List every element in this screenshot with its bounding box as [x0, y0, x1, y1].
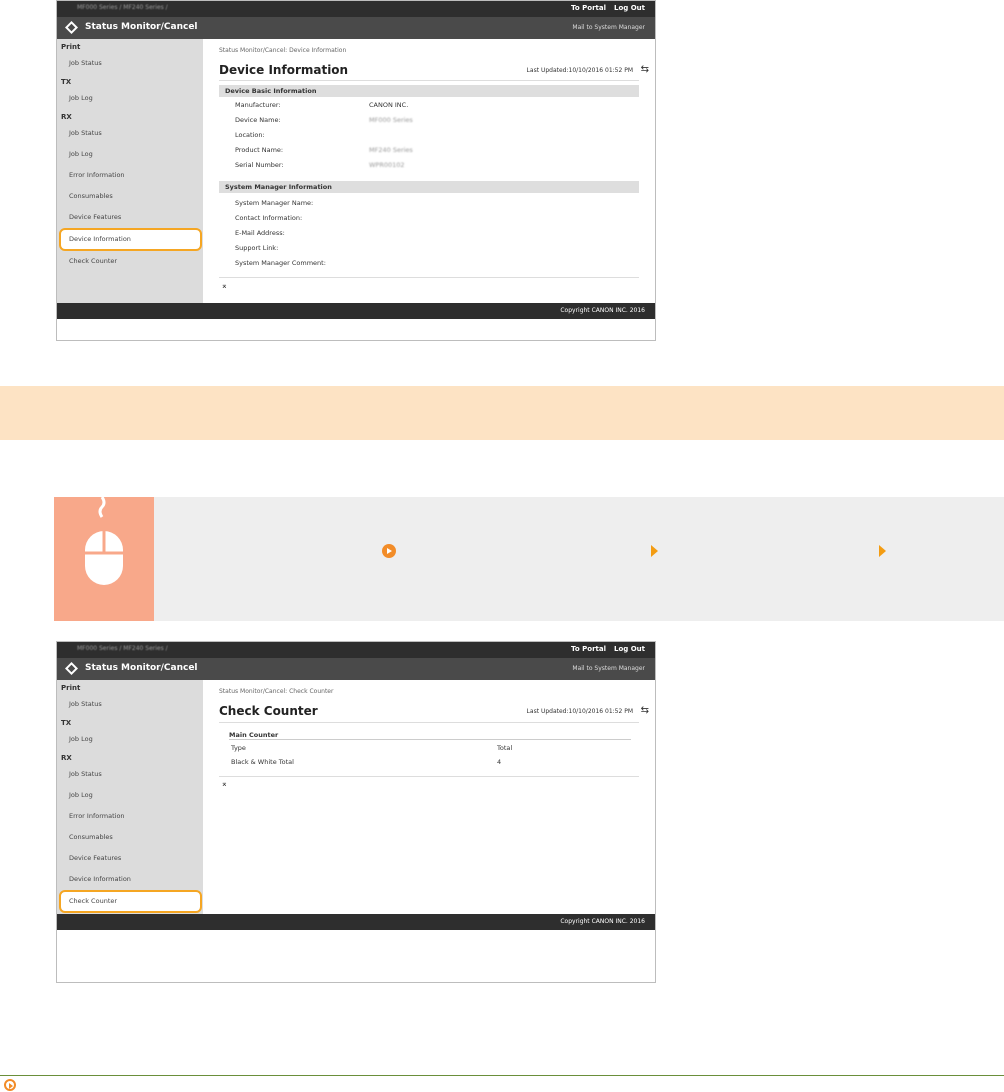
title-bar: Status Monitor/Cancel Mail to System Man…: [57, 17, 655, 39]
screenshot-device-information: MF000 Series / MF240 Series / To Portal …: [56, 0, 656, 341]
info-label: System Manager Comment:: [235, 259, 326, 267]
last-updated: Last Updated:10/10/2016 01:52 PM: [526, 67, 633, 74]
back-to-top-icon[interactable]: ⌅: [221, 281, 228, 290]
instruction-panel: [154, 497, 1004, 621]
refresh-icon[interactable]: ⇆: [641, 705, 649, 716]
sidebar-item[interactable]: Consumables: [57, 186, 203, 207]
sidebar-item[interactable]: Device Information: [57, 869, 203, 890]
screenshot-check-counter: MF000 Series / MF240 Series / To Portal …: [56, 641, 656, 983]
section-header-basic: Device Basic Information: [219, 85, 639, 97]
copyright-text: Copyright CANON INC. 2016: [560, 918, 645, 925]
footer: Copyright CANON INC. 2016: [57, 914, 655, 930]
sidebar-item[interactable]: Job Log: [57, 88, 203, 109]
info-label: Serial Number:: [235, 161, 284, 169]
sidebar-item[interactable]: Job Log: [57, 144, 203, 165]
info-label: Location:: [235, 131, 265, 139]
info-label: E-Mail Address:: [235, 229, 285, 237]
mouse-tile: [54, 496, 154, 621]
page-breadcrumb: Status Monitor/Cancel: Device Informatio…: [219, 47, 347, 54]
top-bar: MF000 Series / MF240 Series / To Portal …: [57, 642, 655, 658]
divider: [219, 776, 639, 777]
sidebar-item[interactable]: Error Information: [57, 165, 203, 186]
triangle-arrow-icon: [879, 545, 886, 557]
circle-arrow-icon: [382, 544, 396, 558]
app-title: Status Monitor/Cancel: [85, 22, 198, 32]
counter-row-total: 4: [497, 758, 502, 766]
mail-to-manager-link[interactable]: Mail to System Manager: [572, 24, 645, 31]
sidebar-item[interactable]: Job Status: [57, 764, 203, 785]
info-value: MF240 Series: [369, 146, 413, 154]
counter-row-type: Black & White Total: [231, 758, 294, 766]
footer: Copyright CANON INC. 2016: [57, 303, 655, 319]
circle-arrow-icon: [4, 1079, 16, 1091]
sidebar-item[interactable]: Check Counter: [59, 890, 202, 913]
canon-logo-icon: [65, 662, 78, 675]
triangle-arrow-icon: [651, 545, 658, 557]
section-banner: [0, 386, 1004, 440]
mouse-icon: [85, 496, 123, 585]
sidebar-item[interactable]: Job Status: [57, 53, 203, 74]
page-title: Check Counter: [219, 704, 318, 718]
top-bar: MF000 Series / MF240 Series / To Portal …: [57, 1, 655, 17]
sidebar-item[interactable]: Device Features: [57, 848, 203, 869]
info-label: Device Name:: [235, 116, 281, 124]
sidebar-item[interactable]: Device Features: [57, 207, 203, 228]
sidebar-heading: TX: [61, 719, 72, 727]
sidebar-item[interactable]: Job Status: [57, 694, 203, 715]
page-breadcrumb: Status Monitor/Cancel: Check Counter: [219, 688, 334, 695]
divider: [219, 722, 639, 723]
section-header-manager: System Manager Information: [219, 181, 639, 193]
sidebar: Print Job Status TX Job Log RX Job Status Job …: [57, 680, 203, 914]
info-value: CANON INC.: [369, 101, 409, 109]
last-updated: Last Updated:10/10/2016 01:52 PM: [526, 708, 633, 715]
counter-col-type: Type: [231, 744, 246, 752]
device-path: MF000 Series / MF240 Series /: [77, 645, 168, 652]
sidebar-heading: RX: [61, 754, 72, 762]
sidebar-heading: RX: [61, 113, 72, 121]
info-label: Contact Information:: [235, 214, 303, 222]
canon-logo-icon: [65, 21, 78, 34]
refresh-icon[interactable]: ⇆: [641, 64, 649, 75]
page-title: Device Information: [219, 63, 349, 77]
log-out-link[interactable]: Log Out: [614, 4, 645, 12]
info-label: Support Link:: [235, 244, 279, 252]
info-value: WPR00102: [369, 161, 405, 169]
sidebar-item[interactable]: Device Information: [59, 228, 202, 251]
sidebar-item[interactable]: Error Information: [57, 806, 203, 827]
divider: [219, 277, 639, 278]
main-content: Status Monitor/Cancel: Device Informatio…: [203, 39, 655, 303]
to-portal-link[interactable]: To Portal: [571, 4, 606, 12]
device-path: MF000 Series / MF240 Series /: [77, 4, 168, 11]
info-label: System Manager Name:: [235, 199, 314, 207]
sidebar-heading: TX: [61, 78, 72, 86]
sidebar-item[interactable]: Check Counter: [57, 251, 203, 272]
sidebar: Print Job Status TX Job Log RX Job Status Job …: [57, 39, 203, 303]
main-content: Status Monitor/Cancel: Check Counter Che…: [203, 680, 655, 914]
info-label: Product Name:: [235, 146, 284, 154]
divider: [219, 80, 639, 81]
sidebar-item[interactable]: Job Log: [57, 729, 203, 750]
info-label: Manufacturer:: [235, 101, 281, 109]
title-bar: Status Monitor/Cancel Mail to System Man…: [57, 658, 655, 680]
sidebar-item[interactable]: Job Log: [57, 785, 203, 806]
info-value: MF000 Series: [369, 116, 413, 124]
copyright-text: Copyright CANON INC. 2016: [560, 307, 645, 314]
to-portal-link[interactable]: To Portal: [571, 645, 606, 653]
section-divider: [0, 1075, 1004, 1076]
sidebar-heading: Print: [61, 684, 81, 692]
counter-section-header: Main Counter: [229, 731, 631, 740]
sidebar-item[interactable]: Consumables: [57, 827, 203, 848]
mail-to-manager-link[interactable]: Mail to System Manager: [572, 665, 645, 672]
counter-col-total: Total: [497, 744, 513, 752]
sidebar-heading: Print: [61, 43, 81, 51]
sidebar-item[interactable]: Job Status: [57, 123, 203, 144]
back-to-top-icon[interactable]: ⌅: [221, 779, 228, 788]
log-out-link[interactable]: Log Out: [614, 645, 645, 653]
app-title: Status Monitor/Cancel: [85, 663, 198, 673]
